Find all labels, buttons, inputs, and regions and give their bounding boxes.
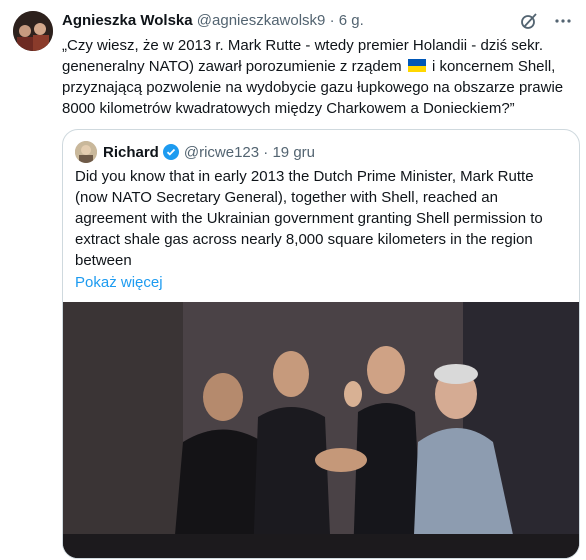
separator-dot: ·: [329, 12, 335, 29]
quoted-text-line: Did you know that in early 2013 the Dutc…: [75, 168, 534, 185]
tweet-time[interactable]: 6 g.: [339, 12, 364, 29]
show-more-link[interactable]: Pokaż więcej: [75, 272, 569, 293]
author-name[interactable]: Agnieszka Wolska: [62, 12, 193, 29]
quoted-avatar[interactable]: [75, 141, 97, 163]
quoted-author-name[interactable]: Richard: [103, 144, 159, 161]
tweet-header: Agnieszka Wolska @agnieszkawolsk9 · 6 g.: [62, 11, 364, 31]
tweet-text-fragment: i koncernem Shell,: [431, 58, 556, 75]
quoted-text-line: extract shale gas across nearly 8,000 sq…: [75, 231, 533, 248]
author-handle[interactable]: @agnieszkawolsk9: [197, 12, 326, 29]
author-avatar[interactable]: [13, 11, 53, 51]
quoted-text-line: between: [75, 252, 132, 269]
tweet-actions: [520, 12, 572, 30]
verified-badge-icon: [162, 144, 179, 160]
quoted-text-line: (now NATO Secretary General), together w…: [75, 189, 498, 206]
tweet-text-line: geneneralny NATO) zawarł porozumienie z …: [62, 56, 576, 77]
quoted-header: Richard @ricwe123 · 19 gru: [75, 141, 315, 163]
quoted-tweet[interactable]: Richard @ricwe123 · 19 gru Did you know …: [62, 129, 580, 559]
grok-icon[interactable]: [520, 12, 538, 30]
tweet-text-line: przyznającą pozwolenie na wydobycie gazu…: [62, 79, 564, 96]
quoted-time[interactable]: 19 gru: [272, 144, 315, 161]
quoted-text: Did you know that in early 2013 the Dutc…: [75, 166, 569, 293]
tweet-text-line: 8000 kilometrów kwadratowych między Char…: [62, 100, 515, 117]
quoted-media-image[interactable]: [63, 302, 579, 558]
ukraine-flag-icon: [407, 59, 426, 72]
more-icon[interactable]: [554, 12, 572, 30]
quoted-author-handle[interactable]: @ricwe123: [184, 144, 259, 161]
tweet-text-fragment: geneneralny NATO) zawarł porozumienie z …: [62, 58, 402, 75]
tweet-text: „Czy wiesz, że w 2013 r. Mark Rutte - wt…: [62, 35, 576, 119]
quoted-text-line: agreement with the Ukrainian government …: [75, 210, 543, 227]
tweet-text-line: „Czy wiesz, że w 2013 r. Mark Rutte - wt…: [62, 37, 543, 54]
separator-dot: ·: [263, 143, 269, 161]
